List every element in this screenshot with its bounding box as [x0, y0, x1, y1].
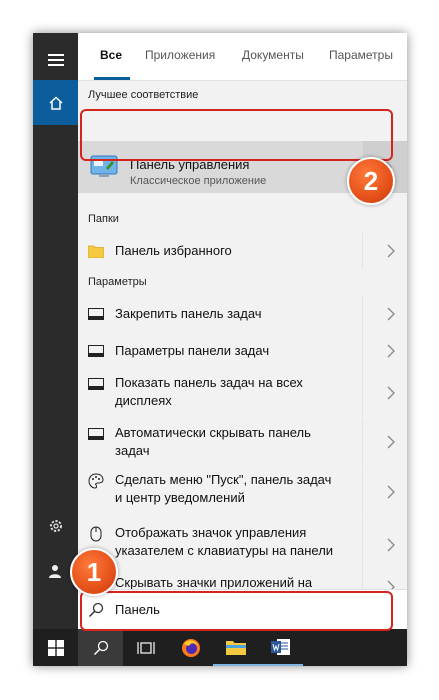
list-item-line: Автоматически скрывать панель [115, 425, 311, 440]
list-item-label: Отображать значок управления указателем с… [115, 524, 365, 560]
taskbar [33, 629, 407, 666]
list-item-label: Закрепить панель задач [115, 305, 365, 323]
chevron-right-icon [387, 307, 395, 321]
task-view-button[interactable] [123, 629, 168, 666]
active-tab-indicator [94, 77, 130, 80]
start-button[interactable] [33, 629, 78, 666]
taskbar-icon [88, 343, 104, 359]
list-item-line: Закрепить панель задач [115, 306, 262, 321]
word-taskbar-button[interactable] [258, 629, 303, 666]
list-item-line: Отображать значок управления [115, 525, 307, 540]
list-item-label: Параметры панели задач [115, 342, 365, 360]
search-icon [93, 640, 108, 655]
list-item-line: дисплеях [115, 393, 172, 408]
settings-button[interactable] [33, 503, 78, 548]
mouse-icon [88, 526, 104, 542]
list-item[interactable]: Отображать значок управления указателем с… [78, 519, 407, 571]
tab-settings[interactable]: Параметры [329, 48, 393, 62]
gear-icon [49, 519, 62, 532]
chevron-right-icon [387, 386, 395, 400]
firefox-icon [181, 638, 200, 657]
filter-tabs: Все Приложения Документы Параметры [78, 33, 407, 81]
chevron-right-icon [387, 435, 395, 449]
taskbar-search-button[interactable] [78, 629, 123, 666]
folder-icon [88, 243, 104, 259]
chevron-right-icon [387, 344, 395, 358]
chevron-right-icon [387, 485, 395, 499]
list-item[interactable]: Показать панель задач на всех дисплеях [78, 369, 407, 417]
best-match-subtitle: Классическое приложение [130, 175, 267, 187]
best-match-highlight [80, 109, 393, 161]
chevron-right-icon [387, 244, 395, 258]
menu-icon [47, 53, 64, 66]
taskbar-icon [88, 426, 104, 442]
hamburger-menu-button[interactable] [33, 37, 78, 82]
palette-icon [88, 473, 104, 489]
start-rail [33, 33, 78, 629]
chevron-right-icon [387, 538, 395, 552]
search-bar-highlight [80, 591, 393, 631]
step-badge-2: 2 [347, 157, 395, 205]
tab-all[interactable]: Все [100, 48, 122, 62]
home-icon [48, 95, 63, 110]
list-item-line: Параметры панели задач [115, 343, 270, 358]
list-item-label: Показать панель задач на всех дисплеях [115, 374, 365, 410]
list-item[interactable]: Панель избранного [78, 233, 407, 269]
list-item[interactable]: Сделать меню "Пуск", панель задач и центр… [78, 466, 407, 518]
list-item[interactable]: Закрепить панель задач [78, 295, 407, 332]
windows-logo-icon [47, 639, 64, 656]
list-item-line: задач [115, 443, 150, 458]
list-item[interactable]: Параметры панели задач [78, 332, 407, 369]
tab-documents[interactable]: Документы [242, 48, 304, 62]
folders-header: Папки [88, 213, 119, 225]
explorer-taskbar-button[interactable] [213, 629, 258, 666]
step-badge-1: 1 [70, 548, 118, 596]
list-item-line: Сделать меню "Пуск", панель задач [115, 472, 332, 487]
best-match-header: Лучшее соответствие [88, 89, 199, 101]
list-item-line: Показать панель задач на всех [115, 375, 303, 390]
settings-header: Параметры [88, 276, 147, 288]
firefox-taskbar-button[interactable] [168, 629, 213, 666]
list-item[interactable]: Автоматически скрывать панель задач [78, 419, 407, 465]
taskbar-icon [88, 376, 104, 392]
list-item-line: и центр уведомлений [115, 490, 245, 505]
list-item-line: указателем с клавиатуры на панели [115, 543, 334, 558]
task-view-icon [136, 641, 155, 654]
folder-icon [225, 640, 246, 655]
list-item-label: Панель избранного [115, 243, 232, 258]
home-button[interactable] [33, 80, 78, 125]
word-icon [270, 638, 290, 655]
taskbar-icon [88, 306, 104, 322]
tab-apps[interactable]: Приложения [145, 48, 215, 62]
list-item-label: Автоматически скрывать панель задач [115, 424, 365, 460]
list-item-label: Сделать меню "Пуск", панель задач и центр… [115, 471, 365, 507]
user-icon [48, 564, 61, 578]
